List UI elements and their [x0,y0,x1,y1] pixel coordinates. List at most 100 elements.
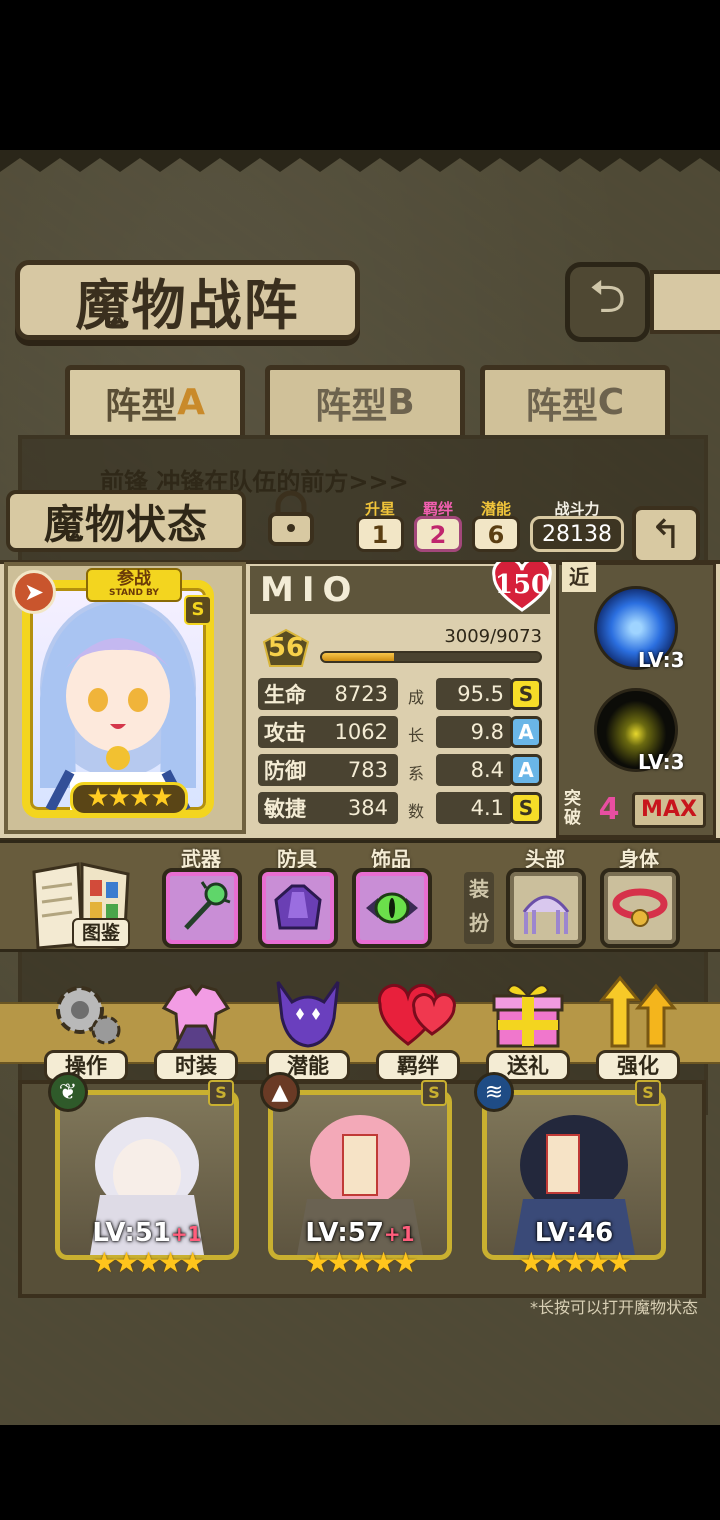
skill-1-level: LV:3 [638,648,685,672]
star-rating: ★★★★ [70,782,188,816]
breakthrough-label: 突破 [564,789,581,828]
growth-label-1: 成 [407,688,424,707]
grade-defense: A [510,754,542,786]
grade-agility: S [510,792,542,824]
stat-label: 防御 [264,759,306,783]
tab-formation-b[interactable]: 阵型 B [265,365,465,435]
action-label: 时装 [154,1050,238,1082]
tab-label: 阵型 [105,385,178,427]
exp-bar-fill [322,653,394,661]
roster-3-rank: S [635,1080,661,1106]
stat-label: 敏捷 [264,797,306,821]
monster-name: MIO [260,570,360,610]
rank-badge: S [184,595,212,625]
monster-level: 56 [267,633,305,663]
tab-label: 阵型 [315,385,388,427]
potential-stat: 潜能 6 [472,498,520,552]
star-up-label: 升星 [364,500,395,518]
body-slot[interactable] [600,868,680,948]
stat-value: 1062 [334,720,388,744]
battle-power: 战斗力 28138 [530,498,624,552]
level-text: LV:57 [305,1218,384,1248]
gear-icon [56,986,121,1045]
growth-label-3: 系 [407,764,424,783]
headpiece-icon [522,895,570,934]
action-gift-button[interactable]: 送礼 [482,974,574,1082]
standby-cn: 参战 [117,569,151,589]
growth-hp: 95.5 [436,678,512,710]
rock-icon: ▲ [260,1072,300,1112]
tab-formation-a[interactable]: 阵型 A [65,365,245,435]
portrait-illustration [40,598,196,810]
roster-1-rank: S [208,1080,234,1106]
lock-icon[interactable] [262,490,320,548]
action-bond-button[interactable]: 羁绊 [372,974,464,1082]
action-potential-button[interactable]: 潜能 [262,974,354,1082]
stat-row-attack: 攻击 1062 [258,716,398,748]
page-title: 魔物战阵 [15,260,360,340]
action-label: 强化 [596,1050,680,1082]
tab-letter: B [387,382,415,423]
return-button[interactable]: ↰ [632,506,700,564]
growth-label-4: 数 [407,802,424,821]
stat-value: 783 [347,758,388,782]
potential-label: 潜能 [480,500,511,518]
staff-icon [184,881,231,930]
action-enhance-button[interactable]: 强化 [592,974,684,1082]
grade-hp: S [510,678,542,710]
action-operate-button[interactable]: 操作 [40,974,132,1082]
level-text: LV:51 [92,1218,171,1248]
exp-bar [320,651,542,663]
affection-value: 150 [494,570,550,600]
armor-slot[interactable] [258,868,338,948]
back-arrow-icon: ⮌ [589,269,626,323]
roster-2-level: LV:57+1 [268,1218,452,1248]
outfit-icon [161,984,231,1052]
status-title: 魔物状态 [6,490,246,552]
footer-hint: *长按可以打开魔物状态 [529,1298,698,1317]
accessory-slot[interactable] [352,868,432,948]
tab-formation-c[interactable]: 阵型 C [480,365,670,435]
bottom-letterbox [0,1425,720,1520]
star-up-stat: 升星 1 [356,498,404,552]
roster-3-level: LV:46 [482,1218,666,1248]
stat-label: 生命 [264,683,306,707]
roster-2-stars: ★★★★★ [304,1246,419,1279]
range-tag: 近 [562,562,596,592]
tab-letter: A [177,382,205,423]
growth-agility: 4.1 [436,792,512,824]
stat-label: 攻击 [264,721,306,745]
growth-defense: 8.4 [436,754,512,786]
bond-value: 2 [414,516,462,552]
demon-icon [276,981,340,1048]
leaf-icon: ❦ [48,1072,88,1112]
roster-2-rank: S [421,1080,447,1106]
encyclopedia-label: 图鉴 [72,918,130,948]
top-letterbox [0,0,720,150]
upgrade-arrows-icon [598,975,678,1048]
stat-row-agility: 敏捷 384 [258,792,398,824]
stat-row-hp: 生命 8723 [258,678,398,710]
wear-label: 装扮 [464,872,494,944]
breakthrough-value: 4 [598,792,620,827]
armor-icon [274,884,322,930]
star-up-value: 1 [356,516,404,552]
return-arrow-icon: ↰ [649,512,683,558]
level-text: LV:46 [534,1218,614,1248]
skill-2-level: LV:3 [638,750,685,774]
exp-text: 3009/9073 [444,626,542,647]
amulet-icon [366,892,418,924]
growth-attack: 9.8 [436,716,512,748]
grade-attack: A [510,716,542,748]
class-arrow-icon: ➤ [12,570,56,614]
action-outfit-button[interactable]: 时装 [150,974,242,1082]
back-button[interactable]: ⮌ [565,262,650,342]
stat-value: 384 [347,796,388,820]
standby-badge: 参战 STAND BY [86,568,182,602]
tab-label: 阵型 [525,385,598,427]
power-value: 28138 [530,516,624,552]
weapon-slot[interactable] [162,868,242,948]
head-slot[interactable] [506,868,586,948]
max-button[interactable]: MAX [632,792,706,828]
roster-3-stars: ★★★★★ [518,1246,633,1279]
